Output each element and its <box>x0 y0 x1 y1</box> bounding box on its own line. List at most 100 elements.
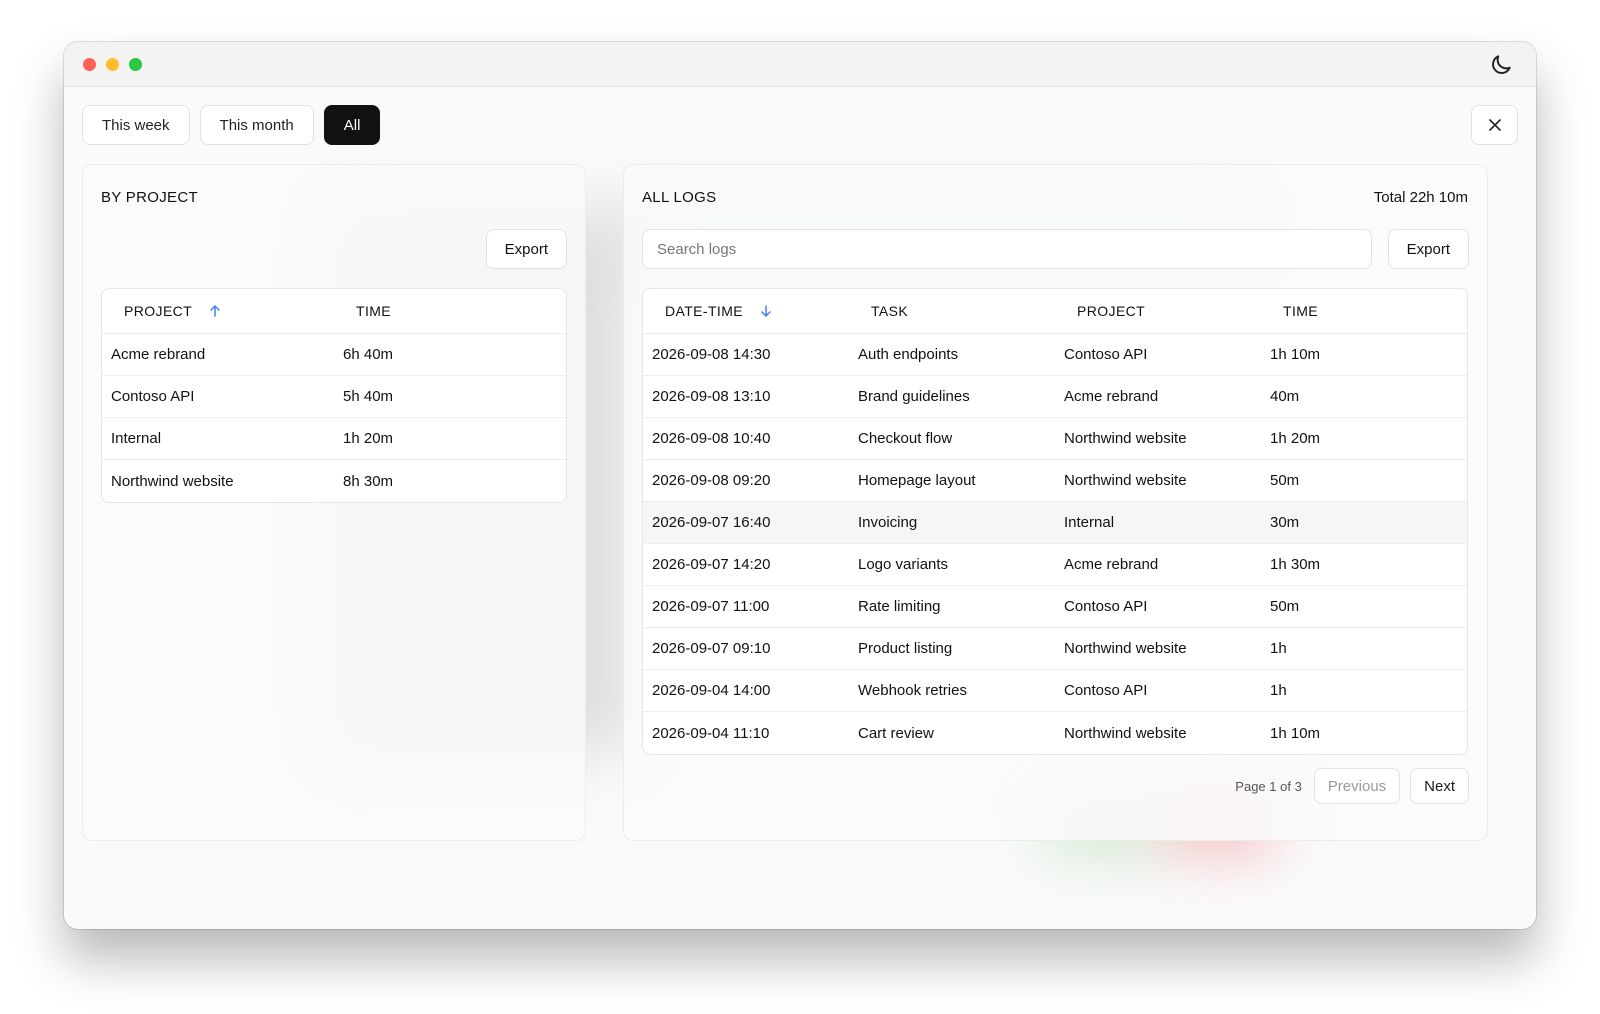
cell-time: 50m <box>1270 472 1300 489</box>
table-row[interactable]: 2026-09-08 14:30 Auth endpoints Contoso AP… <box>643 334 1467 376</box>
table-row[interactable]: 2026-09-07 14:20 Logo variants Acme rebran… <box>643 544 1467 586</box>
all-logs-panel: ALL LOGS Total 22h 10m Export DATE-TIME … <box>623 164 1488 841</box>
table-row[interactable]: 2026-09-04 11:10 Cart review Northwind web… <box>643 712 1467 754</box>
column-header-task[interactable]: TASK <box>849 303 1055 319</box>
cell-time: 1h 10m <box>1270 346 1321 363</box>
table-row[interactable]: 2026-09-08 09:20 Homepage layout Northwind… <box>643 460 1467 502</box>
moon-icon[interactable] <box>1488 52 1514 78</box>
column-header-project[interactable]: PROJECT <box>1055 303 1261 319</box>
cell-datetime: 2026-09-07 16:40 <box>652 514 771 531</box>
cell-datetime: 2026-09-04 14:00 <box>652 682 771 699</box>
cell-project: Contoso API <box>1064 598 1148 615</box>
table-row[interactable]: 2026-09-08 13:10 Brand guidelines Acme reb… <box>643 376 1467 418</box>
cell-time: 6h 40m <box>343 346 394 363</box>
range-tabs: This week This month All <box>82 105 381 145</box>
cell-time: 1h 20m <box>343 430 394 447</box>
column-label: PROJECT <box>124 303 193 319</box>
cell-task: Homepage layout <box>858 472 976 489</box>
all-logs-export-button[interactable]: Export <box>1387 229 1469 269</box>
cell-task: Checkout flow <box>858 430 953 447</box>
window-maximize-dot[interactable] <box>129 58 142 71</box>
cell-datetime: 2026-09-08 09:20 <box>652 472 771 489</box>
pagination: Page 1 of 3 Previous Next <box>1235 768 1469 804</box>
table-row[interactable]: Contoso API 5h 40m <box>102 376 566 418</box>
arrow-up-icon <box>210 305 220 317</box>
cell-project: Internal <box>111 430 162 447</box>
cell-time: 8h 30m <box>343 472 394 490</box>
all-logs-table: DATE-TIME TASK PROJECT TIME 2026-09-08 1… <box>642 288 1468 755</box>
cell-task: Webhook retries <box>858 682 967 699</box>
column-label: DATE-TIME <box>665 303 744 319</box>
by-project-table: PROJECT TIME Acme rebrand 6h 40m Contoso… <box>101 288 567 503</box>
table-row[interactable]: 2026-09-07 16:40 Invoicing Internal 30m <box>643 502 1467 544</box>
column-header-time[interactable]: TIME <box>334 303 564 319</box>
cell-project: Acme rebrand <box>1064 388 1159 405</box>
cell-datetime: 2026-09-08 14:30 <box>652 346 771 363</box>
cell-time: 1h 30m <box>1270 556 1321 573</box>
cell-time: 1h 10m <box>1270 724 1321 742</box>
cell-time: 40m <box>1270 388 1300 405</box>
previous-button[interactable]: Previous <box>1313 768 1401 804</box>
tab-this-month[interactable]: This month <box>199 105 314 145</box>
table-row[interactable]: Acme rebrand 6h 40m <box>102 334 566 376</box>
cell-project: Northwind website <box>1064 724 1187 742</box>
cell-time: 1h <box>1270 682 1287 699</box>
cell-datetime: 2026-09-04 11:10 <box>652 724 770 742</box>
cell-project: Acme rebrand <box>111 346 206 363</box>
app-window: This week This month All BY PROJECT Expo… <box>64 42 1536 929</box>
cell-project: Contoso API <box>1064 682 1148 699</box>
column-label: TIME <box>1283 303 1319 319</box>
by-project-export-button[interactable]: Export <box>485 229 567 269</box>
cell-time: 5h 40m <box>343 388 394 405</box>
cell-project: Internal <box>1064 514 1115 531</box>
cell-datetime: 2026-09-07 11:00 <box>652 598 770 615</box>
all-logs-title: ALL LOGS <box>642 189 717 206</box>
search-input[interactable] <box>642 229 1372 269</box>
cell-datetime: 2026-09-07 14:20 <box>652 556 771 573</box>
page-info: Page 1 of 3 <box>1235 778 1302 794</box>
tab-this-week[interactable]: This week <box>82 105 190 145</box>
column-header-time[interactable]: TIME <box>1261 303 1467 319</box>
column-header-project[interactable]: PROJECT <box>102 303 334 319</box>
cell-time: 1h 20m <box>1270 430 1321 447</box>
cell-datetime: 2026-09-08 10:40 <box>652 430 771 447</box>
cell-time: 1h <box>1270 640 1287 657</box>
cell-datetime: 2026-09-08 13:10 <box>652 388 771 405</box>
window-close-dot[interactable] <box>83 58 96 71</box>
table-row[interactable]: 2026-09-04 14:00 Webhook retries Contoso A… <box>643 670 1467 712</box>
column-label: PROJECT <box>1077 303 1146 319</box>
cell-task: Auth endpoints <box>858 346 959 363</box>
cell-project: Northwind website <box>1064 430 1187 447</box>
cell-datetime: 2026-09-07 09:10 <box>652 640 771 657</box>
tab-all[interactable]: All <box>323 105 381 145</box>
cell-project: Northwind website <box>111 472 234 490</box>
cell-project: Northwind website <box>1064 640 1187 657</box>
cell-project: Contoso API <box>1064 346 1148 363</box>
cell-project: Contoso API <box>111 388 195 405</box>
column-label: TASK <box>871 303 909 319</box>
by-project-panel: BY PROJECT Export PROJECT TIME Acme rebr… <box>82 164 586 841</box>
cell-task: Cart review <box>858 724 934 742</box>
table-row[interactable]: 2026-09-08 10:40 Checkout flow Northwind w… <box>643 418 1467 460</box>
cell-task: Product listing <box>858 640 953 657</box>
cell-time: 50m <box>1270 598 1300 615</box>
cell-project: Northwind website <box>1064 472 1187 489</box>
next-button[interactable]: Next <box>1410 768 1469 804</box>
cell-task: Logo variants <box>858 556 949 573</box>
cell-time: 30m <box>1270 514 1300 531</box>
table-row[interactable]: 2026-09-07 09:10 Product listing Northwind… <box>643 628 1467 670</box>
table-row[interactable]: Internal 1h 20m <box>102 418 566 460</box>
column-label: TIME <box>356 303 392 319</box>
title-bar <box>64 42 1536 87</box>
log-rows: 2026-09-08 14:30 Auth endpoints Contoso AP… <box>643 334 1467 754</box>
arrow-down-icon <box>761 305 771 317</box>
cell-project: Acme rebrand <box>1064 556 1159 573</box>
column-header-datetime[interactable]: DATE-TIME <box>643 303 849 319</box>
total-time: Total 22h 10m <box>1373 189 1468 206</box>
close-button[interactable] <box>1471 105 1518 145</box>
window-minimize-dot[interactable] <box>106 58 119 71</box>
table-row[interactable]: Northwind website 8h 30m <box>102 460 566 502</box>
table-header: DATE-TIME TASK PROJECT TIME <box>643 289 1467 334</box>
table-header: PROJECT TIME <box>102 289 566 334</box>
table-row[interactable]: 2026-09-07 11:00 Rate limiting Contoso API… <box>643 586 1467 628</box>
